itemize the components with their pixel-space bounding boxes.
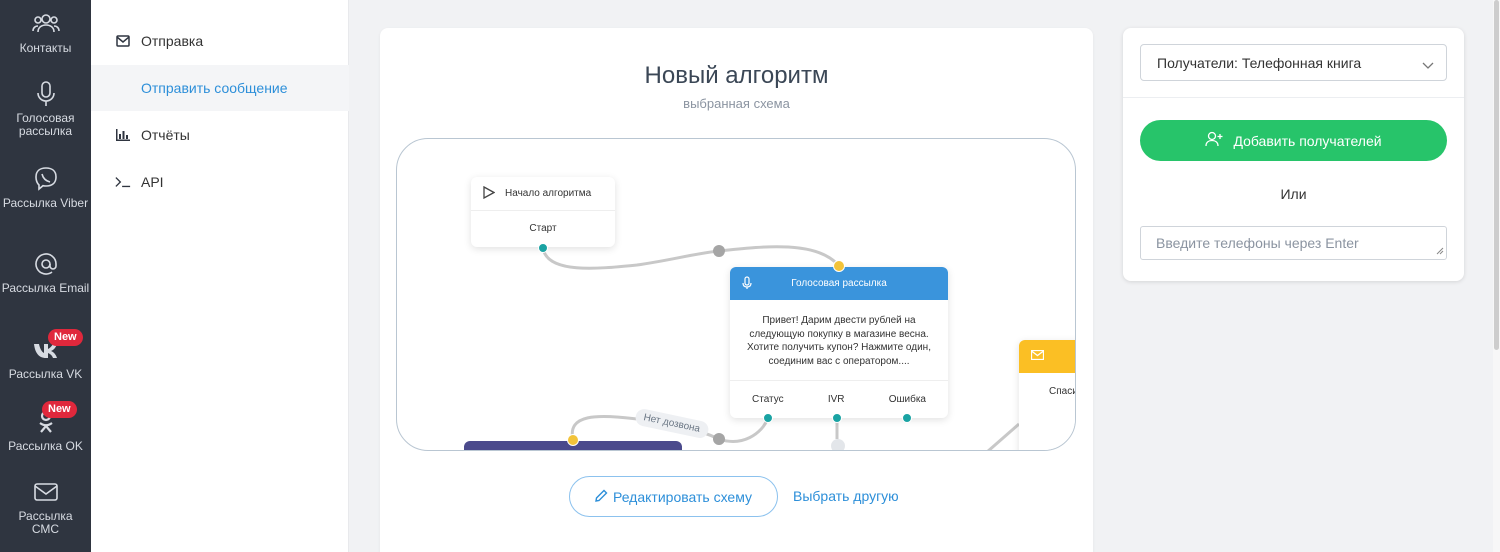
rail-item-email[interactable]: Рассылка Email (0, 250, 91, 295)
rail-label: Рассылка OK (8, 439, 83, 453)
rail-label: Рассылка Email (1, 281, 90, 295)
email-node[interactable]: Спаси (1019, 340, 1076, 450)
envelope-icon (0, 478, 91, 506)
email-node-text: Спаси (1049, 386, 1076, 397)
status-output-port[interactable] (763, 413, 773, 423)
nav-label: Отчёты (141, 127, 190, 143)
contacts-icon (0, 10, 91, 38)
error-output-port[interactable] (902, 413, 912, 423)
secondary-nav: Отправка Отправить сообщение Отчёты API (91, 0, 349, 552)
scheme-preview[interactable]: Начало алгоритма Старт Голосовая рассылк… (396, 138, 1076, 451)
edit-scheme-button[interactable]: Редактировать схему (569, 476, 778, 517)
ivr-node-input-port[interactable] (567, 434, 579, 446)
play-icon (483, 185, 496, 202)
output-status: Статус (752, 394, 784, 405)
envelope-icon (1030, 349, 1045, 361)
page-title: Новый алгоритм (644, 62, 829, 89)
rail-label: Голосовая рассылка (16, 111, 75, 138)
start-node-output: Старт (529, 223, 557, 234)
voice-input-port[interactable] (833, 260, 845, 272)
terminal-icon (115, 176, 131, 188)
viber-icon (0, 165, 91, 193)
rail-label: Рассылка СМС (18, 509, 73, 536)
recipients-select-value: Получатели: Телефонная книга (1157, 54, 1362, 71)
nav-label: Отправка (141, 33, 204, 49)
add-recipients-label: Добавить получателей (1233, 132, 1382, 149)
microphone-icon (742, 276, 752, 293)
bar-chart-icon (115, 129, 131, 141)
nav-label: Отправить сообщение (141, 80, 288, 96)
envelope-icon (115, 35, 131, 47)
start-output-port[interactable] (538, 243, 548, 253)
voice-node-title: Голосовая рассылка (791, 278, 887, 289)
nav-item-api[interactable]: API (91, 159, 349, 205)
recipients-panel: Получатели: Телефонная книга Добавить по… (1123, 28, 1464, 281)
rail-label: Контакты (19, 41, 72, 55)
pencil-icon (595, 489, 608, 505)
at-icon (0, 250, 91, 278)
recipients-select[interactable]: Получатели: Телефонная книга (1140, 44, 1447, 81)
chevron-down-icon (1422, 57, 1434, 73)
voice-node-outputs: Статус IVR Ошибка (730, 381, 948, 405)
nav-item-send-message[interactable]: Отправить сообщение (91, 65, 349, 111)
new-badge: New (48, 329, 83, 346)
nav-item-reports[interactable]: Отчёты (91, 112, 349, 158)
ivr-output-port[interactable] (832, 413, 842, 423)
scrollbar-thumb[interactable] (1494, 0, 1499, 350)
email-node-header (1019, 340, 1075, 373)
rail-item-viber[interactable]: Рассылка Viber (0, 165, 91, 210)
voice-node-text: Привет! Дарим двести рублей на следующую… (730, 300, 948, 381)
microphone-icon (0, 80, 91, 108)
page-scrollbar[interactable] (1493, 0, 1500, 552)
add-recipients-button[interactable]: Добавить получателей (1140, 120, 1447, 161)
start-node-title: Начало алгоритма (505, 188, 592, 199)
rail-label: Рассылка Viber (2, 196, 89, 210)
new-badge: New (42, 401, 77, 418)
output-error: Ошибка (888, 394, 926, 405)
rail-item-ok[interactable]: New Рассылка OK (0, 401, 91, 453)
rail-item-voice[interactable]: Голосовая рассылка (0, 80, 91, 138)
rail-item-vk[interactable]: New Рассылка VK (0, 329, 91, 381)
voice-node[interactable]: Голосовая рассылка Привет! Дарим двести … (730, 267, 948, 418)
choose-other-link[interactable]: Выбрать другую (793, 488, 899, 504)
scheme-card: Новый алгоритм выбранная схема Начало ал… (380, 28, 1093, 552)
start-node[interactable]: Начало алгоритма Старт (471, 177, 615, 247)
divider (1123, 97, 1464, 98)
edit-scheme-label: Редактировать схему (612, 488, 752, 505)
rail-item-sms[interactable]: Рассылка СМС (0, 478, 91, 536)
nav-item-send[interactable]: Отправка (91, 18, 349, 64)
phones-textarea[interactable]: Введите телефоны через Enter (1140, 226, 1447, 260)
phones-placeholder: Введите телефоны через Enter (1156, 235, 1359, 251)
main-rail: Контакты Голосовая рассылка Рассылка Vib… (0, 0, 91, 552)
resize-grip-icon (1436, 242, 1444, 258)
rail-item-contacts[interactable]: Контакты (0, 10, 91, 55)
add-user-icon (1205, 131, 1223, 150)
rail-label: Рассылка VK (8, 367, 83, 381)
page-subtitle: выбранная схема (683, 96, 790, 111)
nav-label: API (141, 174, 164, 190)
output-ivr: IVR (827, 394, 845, 405)
or-label: Или (1280, 186, 1307, 202)
